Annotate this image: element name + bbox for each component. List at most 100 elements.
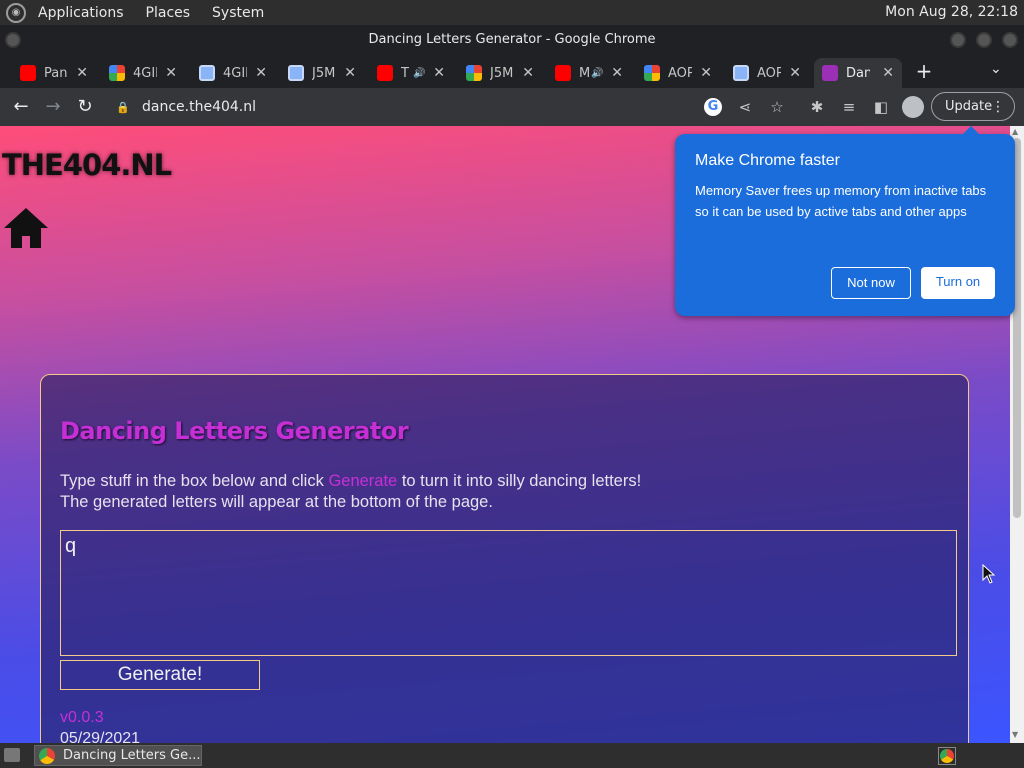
forward-arrow-icon[interactable]: → [40,94,66,120]
bookmark-star-icon[interactable]: ☆ [766,96,788,118]
close-tab-icon[interactable]: ✕ [76,65,88,81]
media-control-icon[interactable]: ≡ [838,96,860,118]
update-label: Update [945,99,993,114]
image-icon [733,65,749,81]
tab-title: M [579,65,589,81]
generator-panel: Dancing Letters Generator Type stuff in … [40,374,969,743]
memory-saver-promo: Make Chrome faster Memory Saver frees up… [675,126,1015,316]
intro-line-2: The generated letters will appear at the… [60,493,493,511]
browser-toolbar: ← → ↻ 🔒 dance.the404.nl G ⋖ ☆ ✱ ≡ ◧ Upda… [0,88,1024,126]
youtube-icon [555,65,571,81]
intro-highlight: Generate [328,472,398,490]
window-titlebar: Dancing Letters Generator - Google Chrom… [0,25,1024,55]
tab-6[interactable]: J5M ✕ [458,58,542,88]
intro-text-end: to turn it into silly dancing letters! [397,472,642,490]
reload-icon[interactable]: ↻ [72,94,98,120]
page-title: Dancing Letters Generator [60,417,409,445]
lock-icon[interactable]: 🔒 [116,101,130,114]
show-desktop-icon[interactable] [4,748,20,762]
generate-button[interactable]: Generate! [60,660,260,690]
speaker-icon[interactable]: 🔊 [413,68,425,79]
tab-1[interactable]: Pan ✕ [12,58,96,88]
dance-icon [822,65,838,81]
tab-title: Pan [44,65,68,81]
version-label: v0.0.3 [60,709,104,726]
url-text[interactable]: dance.the404.nl [142,99,256,115]
promo-title: Make Chrome faster [695,152,840,169]
tab-title: J5M [312,65,336,81]
os-taskbar: Dancing Letters Ge... [0,743,1024,768]
tab-8[interactable]: AOP ✕ [636,58,720,88]
tab-10-active[interactable]: Dan ✕ [814,58,902,88]
extensions-puzzle-icon[interactable]: ✱ [806,96,828,118]
tab-title: T [401,65,409,81]
close-tab-icon[interactable]: ✕ [700,65,712,81]
scroll-up-icon[interactable]: ▲ [1012,127,1018,136]
chrome-icon [940,749,954,763]
tab-title: Dan [846,65,870,81]
tab-title: AOP [668,65,692,81]
tab-5[interactable]: T 🔊 ✕ [369,58,453,88]
google-icon[interactable]: G [704,98,722,116]
tab-7[interactable]: M 🔊 ✕ [547,58,631,88]
chrome-icon [39,747,55,764]
intro-text-start: Type stuff in the box below and click [60,472,329,490]
date-label: 05/29/2021 [60,730,141,743]
minimize-button[interactable] [950,32,966,48]
close-window-button[interactable] [1002,32,1018,48]
new-tab-button[interactable]: + [912,59,936,83]
letters-input[interactable]: q [60,530,957,656]
taskbar-window-chrome[interactable]: Dancing Letters Ge... [34,745,202,766]
tab-4[interactable]: J5M ✕ [280,58,364,88]
image-icon [199,65,215,81]
tab-3[interactable]: 4GIL ✕ [191,58,275,88]
site-logo[interactable]: THE404.NL [2,148,172,182]
tab-title: 4GIL [133,65,157,81]
close-tab-icon[interactable]: ✕ [255,65,267,81]
tab-title: AOP [757,65,781,81]
share-icon[interactable]: ⋖ [734,96,756,118]
mouse-cursor-icon [982,564,996,584]
back-arrow-icon[interactable]: ← [8,94,34,120]
menu-places[interactable]: Places [142,5,195,21]
tab-9[interactable]: AOP ✕ [725,58,809,88]
close-tab-icon[interactable]: ✕ [882,65,894,81]
close-tab-icon[interactable]: ✕ [433,65,445,81]
pinwheel-icon [109,65,125,81]
home-icon[interactable] [2,206,50,250]
scroll-down-icon[interactable]: ▼ [1012,730,1018,739]
window-title: Dancing Letters Generator - Google Chrom… [368,32,656,47]
image-icon [288,65,304,81]
pinwheel-icon [466,65,482,81]
tab-title: 4GIL [223,65,247,81]
system-logo-icon[interactable]: ◉ [6,2,26,23]
maximize-button[interactable] [976,32,992,48]
tray-chrome[interactable] [938,747,956,765]
tab-title: J5M [490,65,514,81]
intro-text: Type stuff in the box below and click Ge… [60,471,641,513]
turn-on-button[interactable]: Turn on [921,267,995,299]
task-label: Dancing Letters Ge... [63,748,201,763]
side-panel-icon[interactable]: ◧ [870,96,892,118]
promo-body: Memory Saver frees up memory from inacti… [695,183,987,219]
close-tab-icon[interactable]: ✕ [344,65,356,81]
window-menu-button[interactable] [5,32,21,48]
close-tab-icon[interactable]: ✕ [789,65,801,81]
kebab-menu-icon[interactable]: ⋮ [991,99,1005,115]
tab-2[interactable]: 4GIL ✕ [101,58,185,88]
menu-system[interactable]: System [208,5,268,21]
close-tab-icon[interactable]: ✕ [522,65,534,81]
profile-avatar[interactable] [902,96,924,118]
speaker-icon[interactable]: 🔊 [591,68,603,79]
menu-applications[interactable]: Applications [34,5,128,21]
youtube-icon [20,65,36,81]
youtube-icon [377,65,393,81]
update-button[interactable]: Update ⋮ [931,92,1015,121]
chevron-down-icon[interactable]: ⌄ [990,61,1002,77]
clock[interactable]: Mon Aug 28, 22:18 [885,4,1018,20]
not-now-button[interactable]: Not now [831,267,911,299]
address-bar[interactable]: 🔒 dance.the404.nl [110,93,700,121]
close-tab-icon[interactable]: ✕ [611,65,623,81]
pinwheel-icon [644,65,660,81]
close-tab-icon[interactable]: ✕ [165,65,177,81]
